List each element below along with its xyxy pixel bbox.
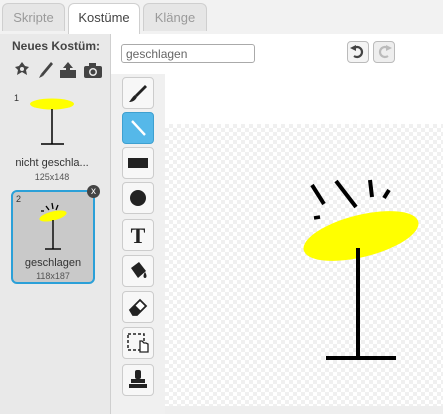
costume-item-1[interactable]: 1 nicht geschla... 125x148 bbox=[11, 91, 93, 185]
costume-drawing bbox=[303, 179, 419, 360]
costume-name: nicht geschla... bbox=[15, 157, 89, 169]
brush-icon bbox=[129, 85, 147, 102]
text-tool[interactable]: T bbox=[122, 219, 154, 251]
rectangle-tool[interactable] bbox=[122, 147, 154, 179]
stamp-icon bbox=[129, 370, 147, 388]
tool-palette: T bbox=[111, 74, 165, 414]
costume-thumbnail bbox=[39, 202, 67, 250]
fill-tool[interactable] bbox=[122, 255, 154, 287]
costume-thumbnail bbox=[30, 98, 74, 145]
redo-icon bbox=[378, 45, 392, 59]
delete-costume-button[interactable]: x bbox=[87, 185, 100, 198]
ellipse-icon bbox=[130, 190, 146, 206]
redo-button[interactable] bbox=[373, 41, 395, 63]
costume-number: 2 bbox=[16, 194, 22, 204]
eraser-tool[interactable] bbox=[122, 291, 154, 323]
line-tool[interactable] bbox=[122, 112, 154, 144]
paint-editor: T bbox=[111, 34, 443, 414]
costume-item-2[interactable]: 2 x geschlagen 118x187 bbox=[11, 185, 100, 284]
new-costume-label: Neues Kostüm: bbox=[12, 39, 101, 53]
canvas-scrollbar[interactable] bbox=[165, 406, 443, 414]
costume-list-pane: Neues Kostüm: 1 nicht geschla... 125x148… bbox=[0, 34, 111, 414]
paint-brush-icon[interactable] bbox=[36, 59, 56, 81]
costume-number: 1 bbox=[14, 93, 20, 103]
costume-size: 118x187 bbox=[36, 271, 70, 281]
new-costume-buttons bbox=[12, 59, 107, 81]
select-hand-icon bbox=[127, 333, 149, 353]
ellipse-tool[interactable] bbox=[122, 182, 154, 214]
tab-costumes[interactable]: Kostüme bbox=[68, 3, 140, 35]
brush-tool[interactable] bbox=[122, 77, 154, 109]
text-tool-glyph: T bbox=[131, 223, 146, 248]
tab-bar: Skripte Kostüme Klänge bbox=[0, 0, 443, 35]
eraser-icon bbox=[128, 298, 148, 316]
tab-sounds[interactable]: Klänge bbox=[143, 3, 207, 31]
paint-bucket-icon bbox=[131, 262, 147, 278]
costume-name-input[interactable] bbox=[121, 44, 255, 63]
line-icon bbox=[131, 120, 146, 136]
undo-icon bbox=[350, 45, 364, 59]
upload-icon[interactable] bbox=[58, 59, 78, 81]
drawing-canvas[interactable] bbox=[165, 124, 443, 414]
camera-icon[interactable] bbox=[82, 59, 102, 81]
stamp-tool[interactable] bbox=[122, 364, 154, 396]
tab-scripts[interactable]: Skripte bbox=[2, 3, 65, 31]
rectangle-icon bbox=[128, 158, 148, 168]
text-icon: T bbox=[131, 223, 146, 248]
costume-name: geschlagen bbox=[24, 257, 82, 269]
sprite-library-icon[interactable] bbox=[12, 59, 32, 81]
select-tool[interactable] bbox=[122, 327, 154, 359]
undo-button[interactable] bbox=[347, 41, 369, 63]
costume-size: 125x148 bbox=[34, 172, 70, 182]
